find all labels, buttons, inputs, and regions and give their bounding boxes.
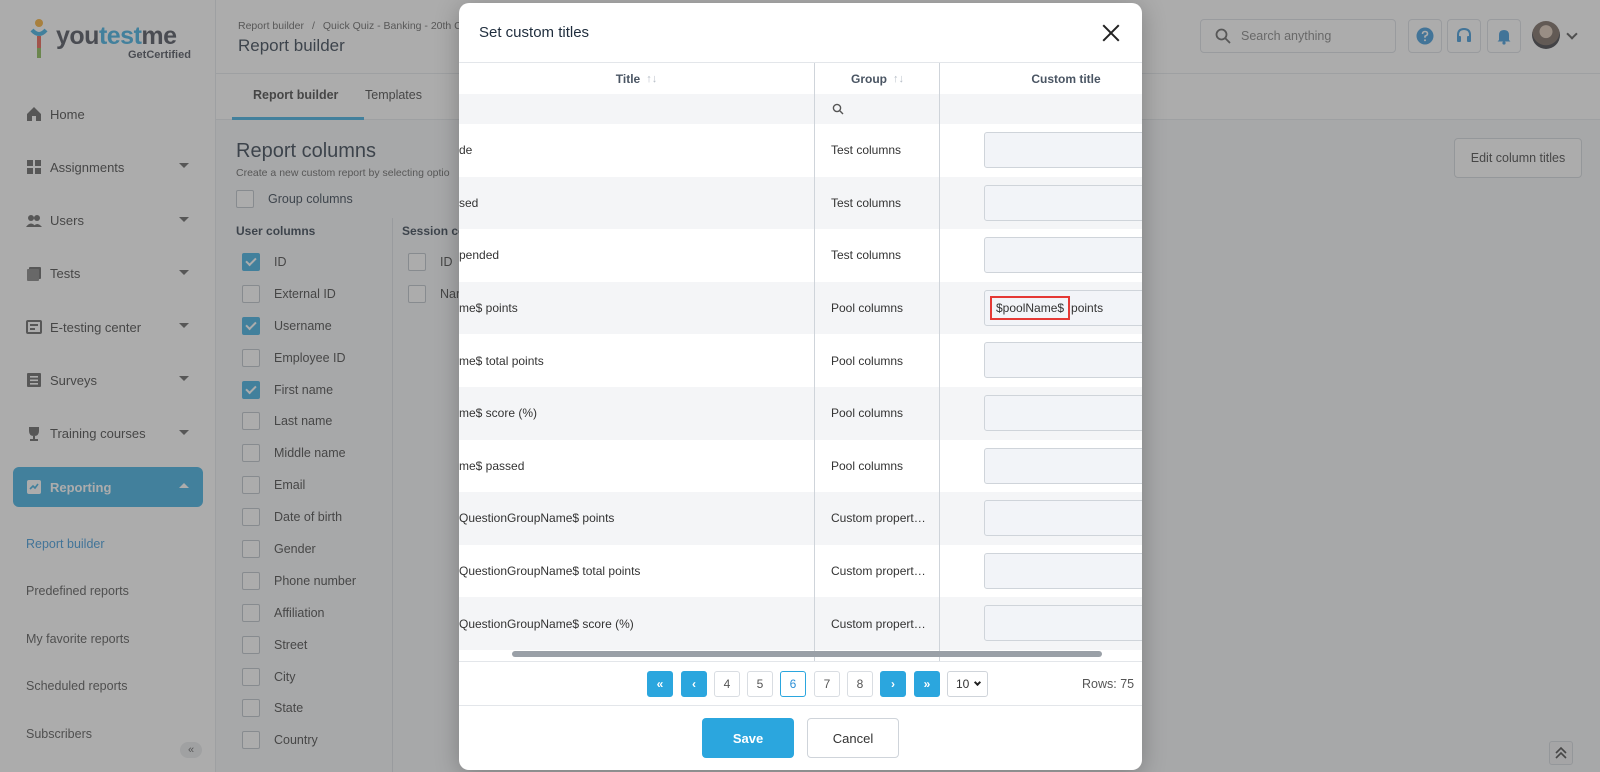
group-cell: Pool columns: [831, 406, 904, 421]
save-button[interactable]: Save: [702, 718, 794, 758]
page-size-value: 10: [956, 677, 970, 691]
title-cell: me$ points: [459, 301, 518, 316]
title-cell: sed: [459, 195, 479, 210]
next-page-button[interactable]: ›: [880, 671, 906, 697]
group-cell: Test columns: [831, 143, 902, 158]
custom-title-input[interactable]: [984, 342, 1142, 379]
custom-title-input[interactable]: [984, 500, 1142, 537]
group-cell: Custom propert…: [831, 564, 926, 579]
group-cell: Pool columns: [831, 353, 904, 368]
dialog-footer: Save Cancel: [459, 705, 1142, 770]
custom-title-input[interactable]: [984, 605, 1142, 642]
set-custom-titles-dialog: Set custom titles Title ↑↓ Group ↑↓ Custom…: [459, 3, 1142, 770]
group-cell: Custom propert…: [831, 616, 926, 631]
rows-count: Rows: 75: [1082, 677, 1135, 691]
pagination: « ‹ 4 5 6 7 8 › » 10 Rows: 75: [459, 661, 1142, 705]
chevron-right-icon: ›: [891, 677, 895, 691]
table-row: me$ points Pool columns $poolName$ points: [459, 281, 1142, 335]
custom-title-input[interactable]: [984, 184, 1142, 221]
previous-page-button[interactable]: ‹: [681, 671, 707, 697]
table-row: QuestionGroupName$ points Custom propert…: [459, 492, 1142, 545]
dialog-title: Set custom titles: [479, 24, 590, 41]
page-button[interactable]: 5: [747, 671, 773, 697]
column-header-custom-title: Custom title: [941, 63, 1142, 94]
table-row: de Test columns: [459, 124, 1142, 177]
title-cell: me$ passed: [459, 458, 525, 473]
column-divider: [814, 63, 815, 661]
sort-icon: ↑↓: [646, 72, 658, 85]
double-chevron-right-icon: »: [923, 677, 931, 691]
page-button[interactable]: 4: [714, 671, 740, 697]
page-size-select[interactable]: 10: [947, 671, 988, 697]
sort-icon: ↑↓: [893, 72, 904, 85]
custom-titles-table: Title ↑↓ Group ↑↓ Custom title de Test col…: [459, 63, 1142, 661]
cancel-button[interactable]: Cancel: [807, 718, 899, 758]
group-cell: Custom propert…: [831, 511, 926, 526]
table-header: Title ↑↓ Group ↑↓ Custom title: [459, 63, 1142, 94]
table-row: me$ score (%) Pool columns: [459, 387, 1142, 440]
custom-title-text: points: [1071, 300, 1104, 315]
page-button[interactable]: 7: [814, 671, 840, 697]
dialog-header: Set custom titles: [459, 3, 1142, 63]
custom-title-input[interactable]: [984, 395, 1142, 431]
table-row: QuestionGroupName$ total points Custom p…: [459, 545, 1142, 598]
group-cell: Test columns: [831, 248, 902, 263]
group-cell: Pool columns: [831, 301, 904, 316]
title-cell: QuestionGroupName$ total points: [459, 564, 641, 579]
search-icon[interactable]: [832, 103, 844, 115]
header-label: Custom title: [1031, 71, 1101, 86]
horizontal-scrollbar[interactable]: [512, 651, 1102, 657]
group-cell: Test columns: [831, 195, 902, 210]
double-chevron-left-icon: «: [656, 677, 664, 691]
filter-row: [459, 94, 1142, 124]
title-cell: me$ score (%): [459, 406, 538, 421]
first-page-button[interactable]: «: [647, 671, 673, 697]
title-cell: me$ total points: [459, 353, 544, 368]
table-row: me$ passed Pool columns: [459, 440, 1142, 493]
table-row: QuestionGroupName$ score (%) Custom prop…: [459, 597, 1142, 650]
custom-title-input[interactable]: [984, 237, 1142, 274]
placeholder-highlight: $poolName$: [990, 295, 1071, 320]
page-button[interactable]: 8: [847, 671, 873, 697]
last-page-button[interactable]: »: [914, 671, 940, 697]
table-row: pended Test columns: [459, 229, 1142, 282]
close-icon[interactable]: [1101, 23, 1121, 43]
header-label: Group: [851, 71, 887, 86]
custom-title-input[interactable]: [984, 552, 1142, 589]
title-cell: de: [459, 143, 473, 158]
page-button-current[interactable]: 6: [780, 671, 806, 697]
custom-title-input[interactable]: [984, 132, 1142, 168]
column-header-group[interactable]: Group ↑↓: [815, 63, 940, 94]
title-cell: QuestionGroupName$ points: [459, 511, 615, 526]
header-label: Title: [615, 71, 641, 86]
table-row: me$ total points Pool columns: [459, 334, 1142, 387]
group-cell: Pool columns: [831, 458, 904, 473]
chevron-left-icon: ‹: [692, 677, 696, 691]
custom-title-input[interactable]: [984, 447, 1142, 484]
title-cell: pended: [459, 248, 500, 263]
table-row: sed Test columns: [459, 176, 1142, 230]
chevron-down-icon: [973, 678, 982, 687]
custom-title-input[interactable]: $poolName$ points: [984, 289, 1142, 326]
column-divider: [939, 63, 940, 661]
column-header-title[interactable]: Title ↑↓: [459, 63, 814, 94]
title-cell: QuestionGroupName$ score (%): [459, 616, 634, 631]
